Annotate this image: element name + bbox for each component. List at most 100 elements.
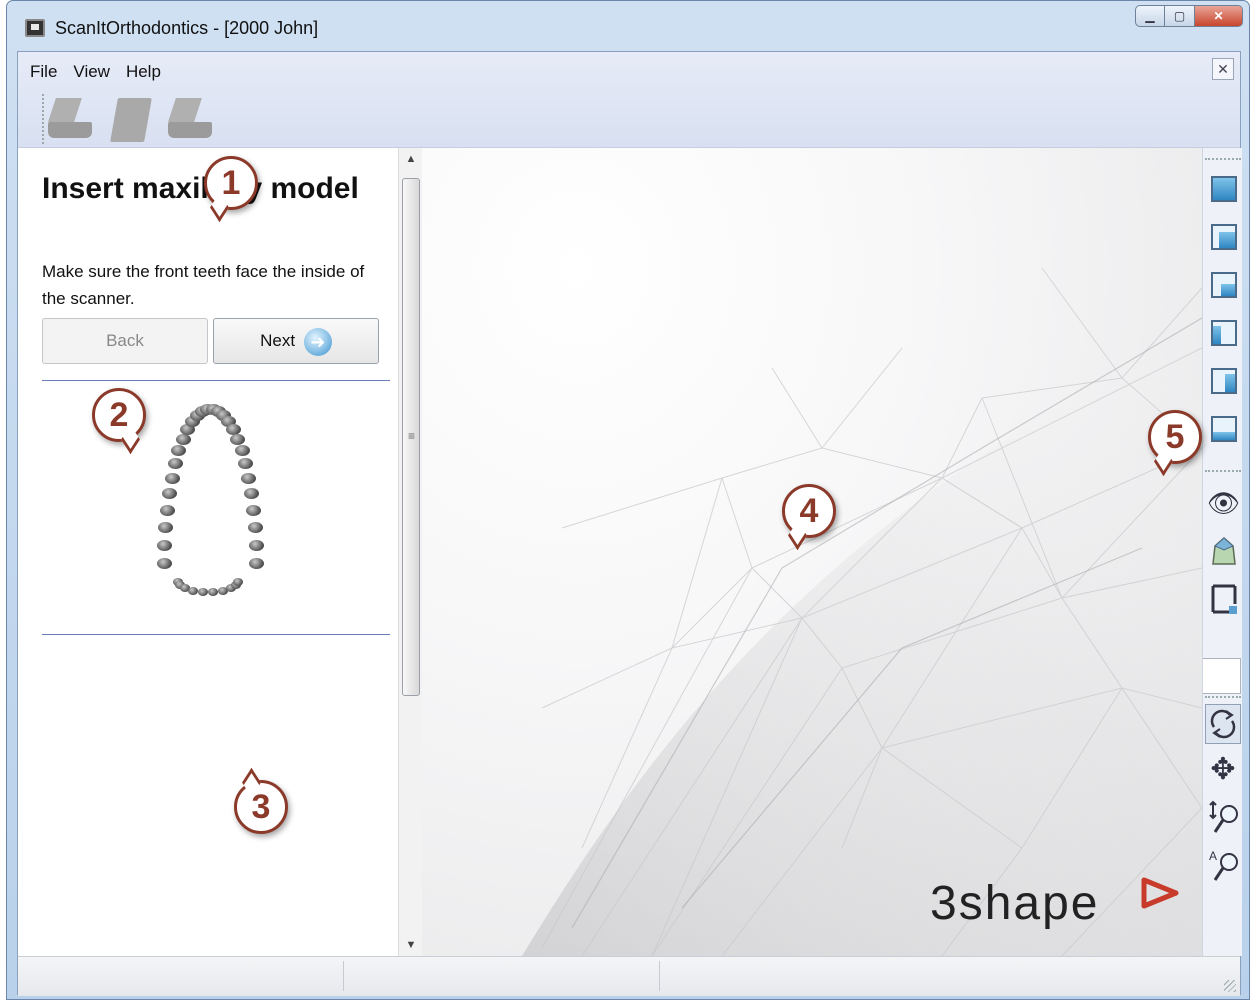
view-back-button[interactable] bbox=[1207, 266, 1241, 304]
divider bbox=[42, 634, 390, 635]
arrow-right-icon: ➜ bbox=[303, 327, 332, 356]
menu-bar: File View Help ✕ bbox=[18, 52, 1240, 148]
view-top-icon bbox=[1211, 176, 1237, 202]
tooth bbox=[157, 540, 173, 552]
back-button[interactable]: Back bbox=[42, 318, 208, 364]
view-toolbar: 👁 ✥ A bbox=[1202, 148, 1242, 956]
tooth bbox=[249, 558, 264, 570]
svg-text:A: A bbox=[1209, 849, 1217, 863]
jaw-block-icon bbox=[110, 98, 152, 142]
view-right-icon bbox=[1211, 368, 1237, 394]
brand-triangle-icon bbox=[1141, 877, 1179, 909]
upper-jaw-button[interactable] bbox=[48, 96, 92, 144]
divider bbox=[42, 380, 390, 381]
tooth bbox=[234, 445, 250, 457]
toolbar-empty-slot bbox=[1203, 658, 1241, 694]
zoom-button[interactable] bbox=[1207, 798, 1241, 836]
frame-button[interactable] bbox=[1207, 580, 1241, 618]
view-left-button[interactable] bbox=[1207, 314, 1241, 352]
status-bar bbox=[18, 956, 1240, 996]
background-mesh bbox=[522, 267, 1202, 956]
grip-icon: ≡ bbox=[408, 429, 416, 443]
view-front-button[interactable] bbox=[1207, 218, 1241, 256]
zoom-icon bbox=[1209, 800, 1238, 833]
toolbar-grip[interactable] bbox=[42, 94, 45, 144]
menu-view[interactable]: View bbox=[73, 62, 110, 82]
next-label: Next bbox=[260, 331, 296, 350]
frame-icon bbox=[1211, 584, 1237, 614]
callout-3: 3 bbox=[234, 780, 288, 834]
callout-2: 2 bbox=[92, 388, 146, 442]
scroll-thumb[interactable]: ≡ bbox=[402, 178, 420, 696]
panel-scrollbar[interactable]: ▲ ≡ ▼ bbox=[398, 148, 422, 956]
tooth bbox=[175, 433, 191, 445]
auto-zoom-icon: A bbox=[1209, 849, 1238, 881]
view-top-button[interactable] bbox=[1207, 170, 1241, 208]
view-left-icon bbox=[1211, 320, 1237, 346]
window-controls: ▁ ▢ ✕ bbox=[1135, 5, 1243, 27]
menu-help[interactable]: Help bbox=[126, 62, 161, 82]
callout-4: 4 bbox=[782, 484, 836, 538]
menu-items: File View Help bbox=[30, 62, 161, 82]
view-front-icon bbox=[1211, 224, 1237, 250]
resize-grip[interactable] bbox=[1224, 980, 1236, 992]
title-bar[interactable]: ScanItOrthodontics - [2000 John] ▁ ▢ ✕ bbox=[7, 1, 1249, 51]
tooth bbox=[241, 472, 257, 484]
scroll-up-icon[interactable]: ▲ bbox=[399, 148, 423, 170]
eye-icon[interactable]: 👁 bbox=[1207, 488, 1240, 519]
maximize-button[interactable]: ▢ bbox=[1165, 5, 1195, 27]
toolbar-grip[interactable] bbox=[1205, 470, 1241, 473]
toolbar-grip[interactable] bbox=[1205, 158, 1241, 161]
mdi-close-button[interactable]: ✕ bbox=[1212, 58, 1234, 80]
wizard-panel: Insert maxillary model Make sure the fro… bbox=[18, 148, 398, 956]
window-title: ScanItOrthodontics - [2000 John] bbox=[55, 18, 319, 38]
pan-icon[interactable]: ✥ bbox=[1207, 752, 1239, 787]
view-back-icon bbox=[1211, 272, 1237, 298]
tooth bbox=[244, 488, 260, 500]
tooth bbox=[164, 472, 180, 484]
auto-zoom-button[interactable]: A bbox=[1207, 846, 1241, 884]
tooth bbox=[208, 587, 219, 596]
next-button[interactable]: Next ➜ bbox=[213, 318, 379, 364]
tooth bbox=[171, 445, 187, 457]
brand-logo-text: 3shape bbox=[930, 877, 1100, 930]
tooth bbox=[167, 458, 183, 470]
dental-arch-image bbox=[150, 392, 270, 596]
model-icon bbox=[1212, 536, 1236, 565]
status-segment bbox=[344, 961, 660, 991]
callout-5: 5 bbox=[1148, 410, 1202, 464]
back-label: Back bbox=[106, 331, 144, 350]
app-icon[interactable] bbox=[25, 19, 45, 37]
close-icon: ✕ bbox=[1213, 9, 1224, 23]
minimize-button[interactable]: ▁ bbox=[1135, 5, 1165, 27]
jaw-block-button[interactable] bbox=[110, 96, 154, 144]
close-icon: ✕ bbox=[1217, 61, 1229, 77]
callout-1: 1 bbox=[204, 156, 258, 210]
tooth bbox=[197, 587, 208, 596]
model-button[interactable] bbox=[1207, 532, 1241, 570]
view-right-button[interactable] bbox=[1207, 362, 1241, 400]
maximize-icon: ▢ bbox=[1173, 9, 1186, 23]
3d-viewport[interactable]: 3shape bbox=[422, 148, 1202, 956]
tooth bbox=[188, 586, 198, 595]
status-segment bbox=[18, 961, 344, 991]
tooth bbox=[233, 578, 243, 586]
tooth bbox=[248, 540, 264, 552]
tooth bbox=[230, 433, 246, 445]
tooth bbox=[161, 488, 177, 500]
toolbar-grip[interactable] bbox=[1205, 696, 1241, 699]
minimize-icon: ▁ bbox=[1145, 9, 1155, 23]
close-button[interactable]: ✕ bbox=[1195, 5, 1243, 27]
lower-jaw-button[interactable] bbox=[168, 96, 212, 144]
tooth bbox=[157, 558, 172, 570]
rotate-icon bbox=[1210, 709, 1236, 739]
rotate-button[interactable] bbox=[1205, 704, 1241, 744]
menu-file[interactable]: File bbox=[30, 62, 57, 82]
client-area: File View Help ✕ Insert maxillary model … bbox=[17, 51, 1242, 996]
step-instruction: Make sure the front teeth face the insid… bbox=[42, 262, 365, 308]
view-bottom-button[interactable] bbox=[1207, 410, 1241, 448]
scroll-down-icon[interactable]: ▼ bbox=[399, 934, 423, 956]
tooth bbox=[246, 505, 262, 517]
tooth bbox=[238, 458, 254, 470]
tooth bbox=[159, 505, 175, 517]
